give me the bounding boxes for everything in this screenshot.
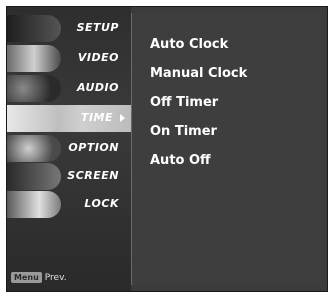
sidebar-item-label: OPTION (68, 141, 119, 154)
lock-icon (7, 191, 61, 218)
sidebar-item-label: VIDEO (77, 51, 119, 64)
menu-key-icon: Menu (11, 272, 42, 283)
menu-item-auto-off[interactable]: Auto Off (150, 153, 211, 168)
setup-icon (7, 15, 61, 42)
sidebar-item-time[interactable]: TIME (7, 105, 131, 132)
sidebar-item-option[interactable]: OPTION (7, 135, 131, 162)
audio-icon (7, 75, 61, 102)
sidebar-item-label: AUDIO (76, 81, 119, 94)
sidebar-item-label: LOCK (84, 197, 119, 210)
video-icon (7, 45, 61, 72)
sidebar-item-setup[interactable]: SETUP (7, 15, 131, 42)
tv-osd-menu: SETUP VIDEO AUDIO TIME OPTION SCREEN LOC… (6, 6, 328, 292)
sidebar-item-label: SCREEN (67, 169, 119, 182)
sidebar-item-screen[interactable]: SCREEN (7, 163, 131, 190)
menu-item-auto-clock[interactable]: Auto Clock (150, 37, 228, 52)
main-menu-sidebar: SETUP VIDEO AUDIO TIME OPTION SCREEN LOC… (7, 7, 131, 291)
time-submenu-panel: Auto Clock Manual Clock Off Timer On Tim… (131, 13, 321, 285)
sidebar-item-label: SETUP (76, 21, 119, 34)
clock-icon (7, 105, 61, 132)
chevron-right-icon (120, 114, 125, 122)
footer-hint: Menu Prev. (11, 272, 67, 283)
sidebar-item-label: TIME (80, 111, 113, 124)
menu-item-on-timer[interactable]: On Timer (150, 124, 217, 139)
sidebar-item-audio[interactable]: AUDIO (7, 75, 131, 102)
sidebar-item-lock[interactable]: LOCK (7, 191, 131, 218)
menu-item-off-timer[interactable]: Off Timer (150, 95, 218, 110)
menu-item-manual-clock[interactable]: Manual Clock (150, 66, 247, 81)
option-icon (7, 135, 61, 162)
prev-label: Prev. (44, 272, 67, 283)
sidebar-item-video[interactable]: VIDEO (7, 45, 131, 72)
screen-icon (7, 163, 61, 190)
